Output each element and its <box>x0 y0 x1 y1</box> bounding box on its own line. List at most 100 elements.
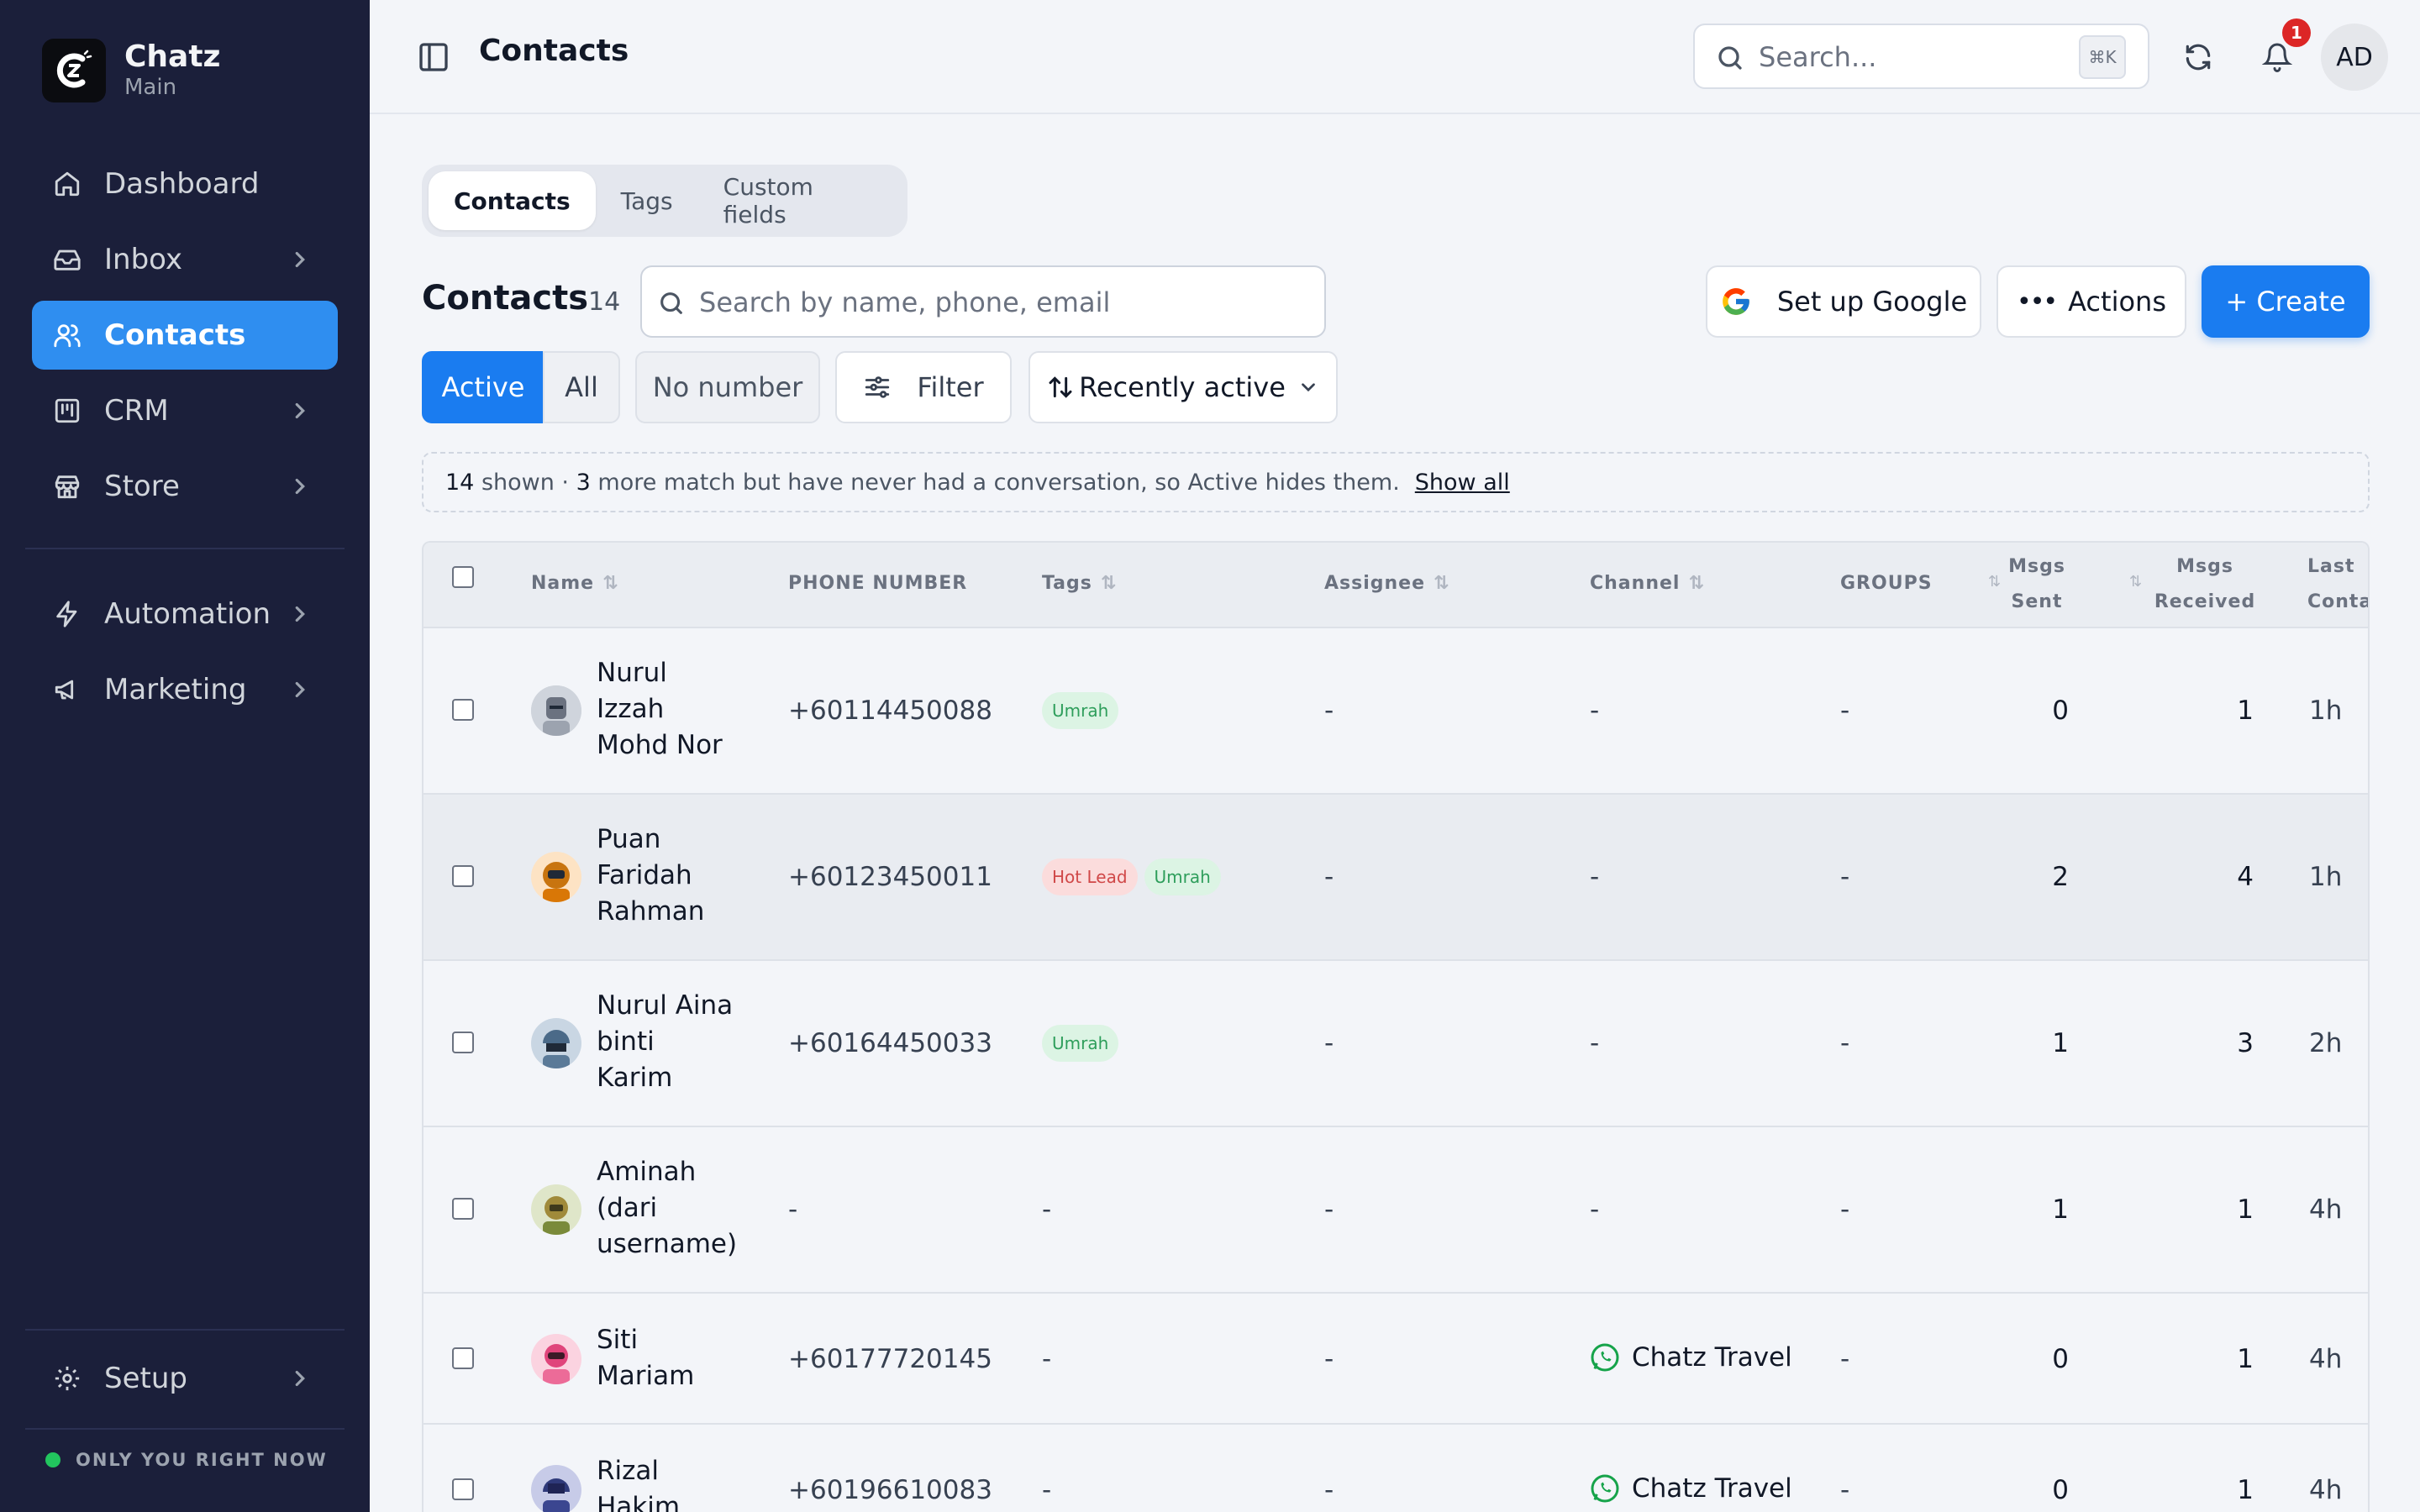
contact-search-input[interactable] <box>699 282 1304 323</box>
table-row[interactable]: Puan Faridah Rahman +60123450011 Hot Lead U… <box>424 795 2368 961</box>
chevron-right-icon <box>295 606 305 622</box>
sort-icon: ⇅ <box>2129 573 2143 591</box>
column-msgs-received[interactable]: Msgs Received <box>2143 549 2267 620</box>
sidebar-item-store[interactable]: Store <box>32 452 338 521</box>
filter-all[interactable]: All <box>543 351 620 423</box>
user-avatar[interactable]: AD <box>2321 24 2388 91</box>
table-row[interactable]: Nurul Izzah Mohd Nor +60114450088 Umrah - … <box>424 628 2368 795</box>
groups: - <box>1840 1475 1850 1505</box>
chevron-right-icon <box>295 478 305 495</box>
contact-search[interactable] <box>640 265 1326 338</box>
section-tabs: Contacts Tags Custom fields <box>422 165 908 237</box>
select-all-checkbox[interactable] <box>452 566 474 588</box>
tag-badge[interactable]: Hot Lead <box>1042 858 1138 895</box>
sidebar-item-inbox[interactable]: Inbox <box>32 225 338 294</box>
sidebar-item-label: Setup <box>104 1362 187 1395</box>
groups: - <box>1840 1194 1850 1225</box>
tags-cell: - <box>1042 1194 1052 1225</box>
phone-number: - <box>788 1194 798 1225</box>
sidebar-toggle-icon[interactable] <box>417 40 450 74</box>
contact-name[interactable]: Siti Mariam <box>597 1322 694 1394</box>
groups: - <box>1840 1028 1850 1058</box>
tab-custom-fields[interactable]: Custom fields <box>698 171 908 230</box>
column-label: GROUPS <box>1840 573 1933 594</box>
sidebar-divider <box>25 1329 345 1331</box>
tab-tags[interactable]: Tags <box>596 171 698 230</box>
global-search[interactable]: ⌘K <box>1693 24 2149 89</box>
column-label: Msgs <box>2008 556 2065 577</box>
sidebar-item-contacts[interactable]: Contacts <box>32 301 338 370</box>
inbox-icon <box>52 244 82 275</box>
sort-label: Recently active <box>1079 371 1286 403</box>
row-checkbox[interactable] <box>452 865 474 887</box>
msgs-sent: 1 <box>2052 1194 2069 1225</box>
table-row[interactable]: Nurul Aina binti Karim +60164450033 Umrah … <box>424 961 2368 1127</box>
shown-count: 14 <box>445 469 475 496</box>
tag-badge[interactable]: Umrah <box>1144 858 1221 895</box>
table-row[interactable]: Aminah (dari username) - - - - - 1 1 4h <box>424 1127 2368 1294</box>
setup-google-button[interactable]: Set up Google <box>1706 265 1981 338</box>
tag-badge[interactable]: Umrah <box>1042 692 1119 729</box>
name-line: Izzah <box>597 694 665 724</box>
global-search-input[interactable] <box>1759 37 2078 77</box>
filter-no-number[interactable]: No number <box>635 351 820 423</box>
contact-name[interactable]: Nurul Aina binti Karim <box>597 988 733 1096</box>
tab-contacts[interactable]: Contacts <box>429 171 596 230</box>
actions-button[interactable]: ••• Actions <box>1996 265 2186 338</box>
sidebar-item-label: Dashboard <box>104 167 260 201</box>
sidebar-item-crm[interactable]: CRM <box>32 376 338 445</box>
channel[interactable]: Chatz Travel <box>1590 1473 1792 1504</box>
row-checkbox[interactable] <box>452 1347 474 1369</box>
column-last-contact[interactable]: Last Contact <box>2307 549 2368 620</box>
contacts-count: 14 <box>588 287 621 317</box>
create-button[interactable]: + Create <box>2202 265 2370 338</box>
show-all-link[interactable]: Show all <box>1415 470 1510 496</box>
channel: - <box>1590 696 1600 726</box>
row-checkbox[interactable] <box>452 1198 474 1220</box>
sidebar-item-setup[interactable]: Setup <box>32 1344 338 1413</box>
groups: - <box>1840 1344 1850 1374</box>
row-checkbox[interactable] <box>452 1032 474 1053</box>
notification-badge: 1 <box>2282 18 2311 47</box>
whatsapp-icon <box>1591 1474 1619 1503</box>
channel[interactable]: Chatz Travel <box>1590 1342 1792 1373</box>
column-msgs-sent[interactable]: Msgs Sent <box>2003 549 2070 620</box>
phone-number: +60123450011 <box>788 862 992 892</box>
sort-icon: ⇅ <box>1100 573 1118 594</box>
contact-name[interactable]: Nurul Izzah Mohd Nor <box>597 655 723 764</box>
filter-button[interactable]: Filter <box>835 351 1012 423</box>
last-contact: 4h <box>2309 1194 2343 1225</box>
workspace-name: Main <box>124 75 177 100</box>
setup-google-label: Set up Google <box>1776 286 1968 318</box>
sidebar-item-label: Automation <box>104 597 271 631</box>
app-name: Chatz <box>124 39 221 74</box>
msgs-sent: 0 <box>2052 1475 2069 1505</box>
row-checkbox[interactable] <box>452 1478 474 1500</box>
store-icon <box>52 471 82 501</box>
table-row[interactable]: Rizal Hakim +60196610083 - - Chatz Travel… <box>424 1425 2368 1512</box>
sort-icon: ⇅ <box>1434 573 1450 594</box>
table-header: Name ⇅ PHONE NUMBER Tags ⇅ Assignee ⇅ Chann… <box>424 543 2368 628</box>
sidebar-item-dashboard[interactable]: Dashboard <box>32 150 338 218</box>
column-name[interactable]: Name ⇅ <box>531 573 619 594</box>
last-contact: 1h <box>2309 862 2343 892</box>
contact-name[interactable]: Puan Faridah Rahman <box>597 822 704 930</box>
contact-name[interactable]: Rizal Hakim <box>597 1453 680 1512</box>
sidebar-item-automation[interactable]: Automation <box>32 580 338 648</box>
brand[interactable]: Chatz Main <box>42 39 221 102</box>
tag-badge[interactable]: Umrah <box>1042 1025 1119 1062</box>
row-checkbox[interactable] <box>452 699 474 721</box>
filter-active[interactable]: Active <box>422 351 544 423</box>
sidebar-item-marketing[interactable]: Marketing <box>32 655 338 724</box>
contact-avatar <box>531 1465 581 1512</box>
msgs-sent: 2 <box>2052 862 2069 892</box>
refresh-button[interactable] <box>2176 35 2220 79</box>
contact-avatar <box>531 1334 581 1384</box>
sort-dropdown[interactable]: Recently active <box>1028 351 1338 423</box>
contact-name[interactable]: Aminah (dari username) <box>597 1154 737 1263</box>
column-channel[interactable]: Channel ⇅ <box>1590 573 1705 594</box>
table-row[interactable]: Siti Mariam +60177720145 - - Chatz Travel… <box>424 1294 2368 1425</box>
name-line: binti <box>597 1026 655 1057</box>
column-tags[interactable]: Tags ⇅ <box>1042 573 1117 594</box>
column-assignee[interactable]: Assignee ⇅ <box>1324 573 1449 594</box>
